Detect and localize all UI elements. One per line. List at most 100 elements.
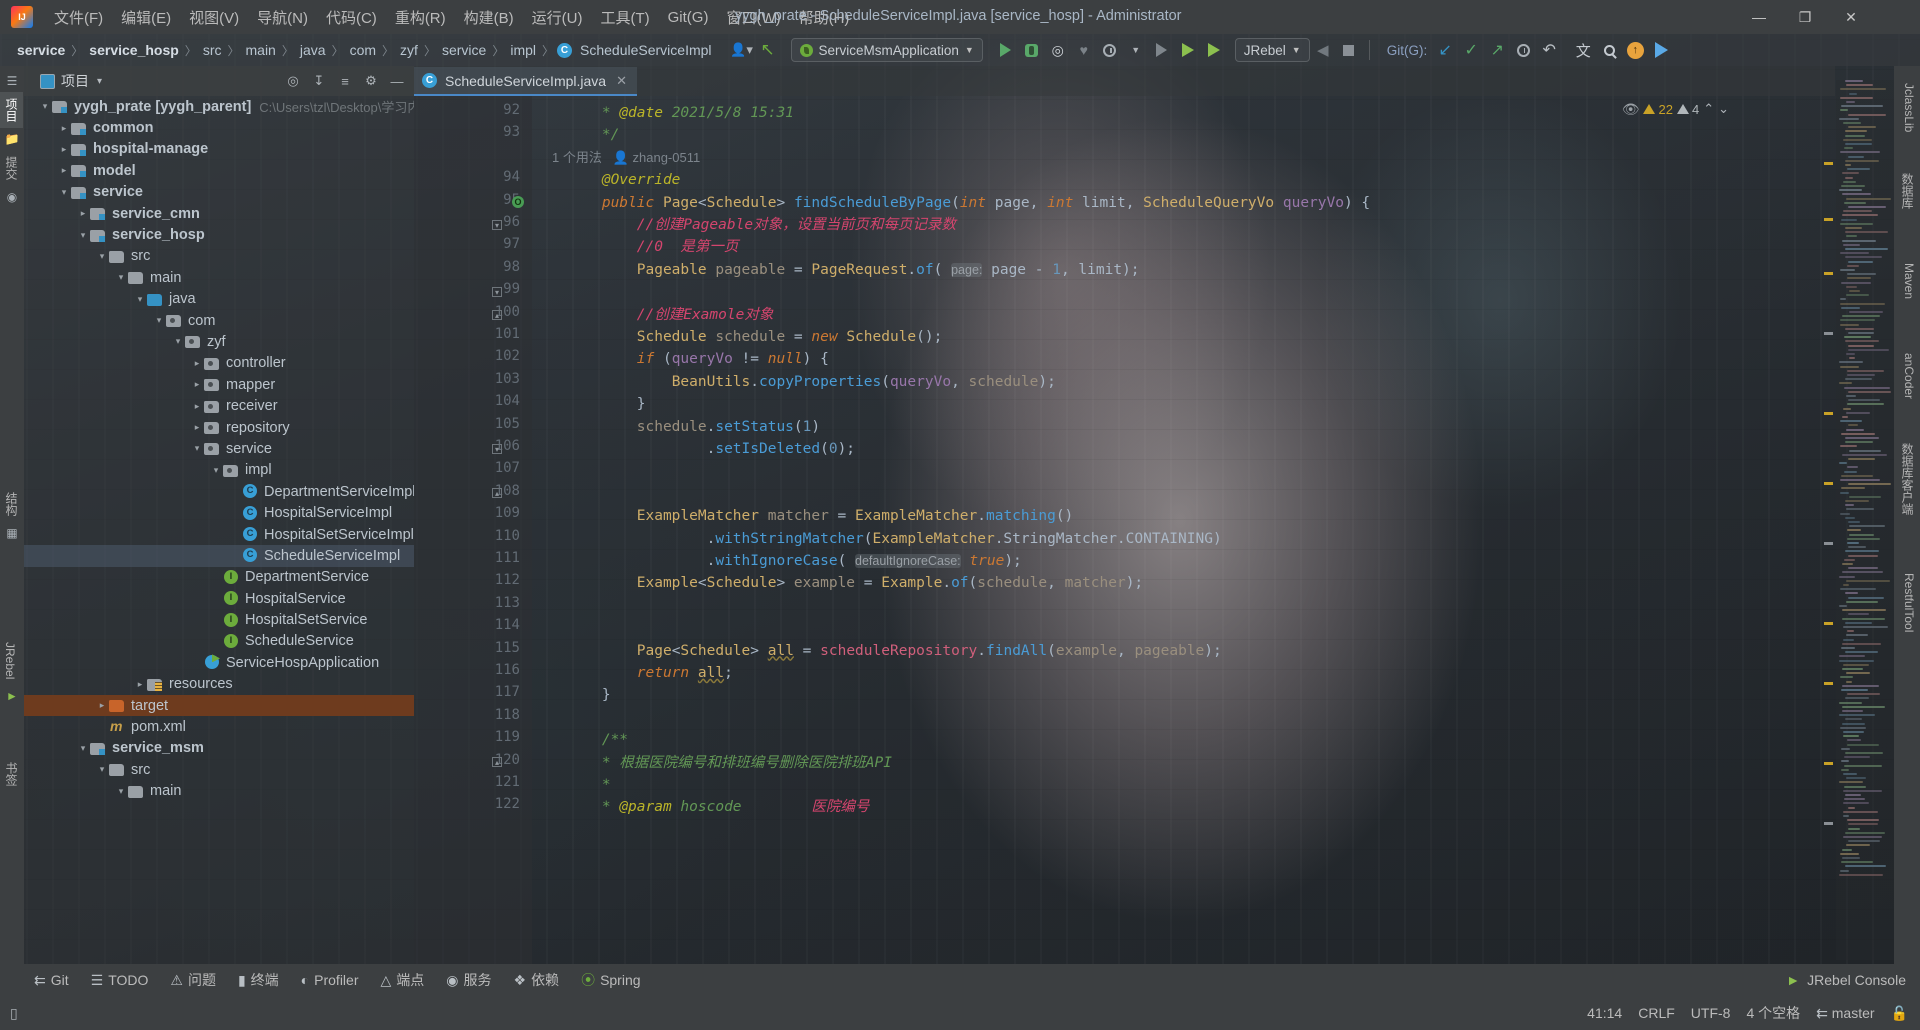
project-tree[interactable]: ▾ yygh_prate [yygh_parent] C:\Users\tzl\De… [24,96,414,964]
stop-icon[interactable] [1336,38,1362,62]
chevron-down-icon[interactable]: ▾ [38,101,52,112]
chevron-down-icon[interactable]: ▾ [95,764,109,775]
tree-node-service-cmn[interactable]: ▸ service_cmn [24,203,414,224]
git-branch-widget[interactable]: ⇇ master [1816,1005,1874,1022]
chevron-right-icon[interactable]: ▸ [95,700,109,711]
lock-icon[interactable]: 🔓 [1891,1005,1908,1022]
chevron-down-icon[interactable]: ▾ [76,230,90,241]
inspection-eye-icon[interactable]: 👁 [1622,101,1640,118]
tree-node-scheduleservice[interactable]: ScheduleService [24,631,414,652]
tree-node-controller[interactable]: ▸ controller [24,353,414,374]
code-vision-hint[interactable]: 1 个用法 👤 zhang-0511 [552,147,700,169]
inspection-marker[interactable] [1824,682,1833,685]
code-fold-marker[interactable]: ▴ [492,757,502,767]
chevron-right-icon[interactable]: ▸ [133,679,147,690]
jrebel-run-icon[interactable] [1175,38,1201,62]
code-fold-marker[interactable]: ▾ [492,220,502,230]
memory-indicator-icon[interactable]: ▯ [10,1005,18,1022]
window-maximize-button[interactable]: ❐ [1782,0,1828,34]
tree-node-com[interactable]: ▾ com [24,310,414,331]
window-close-button[interactable]: ✕ [1828,0,1874,34]
tree-node-main[interactable]: ▾ main [24,267,414,288]
run-anything-icon[interactable] [1648,38,1674,62]
tree-node-servicehospapplication[interactable]: ServiceHospApplication [24,652,414,673]
hide-panel-icon[interactable]: — [384,68,410,94]
code-fold-marker[interactable]: ▴ [492,310,502,320]
project-icon[interactable]: ☰ [0,70,24,92]
breadcrumb-service-pkg[interactable]: service [439,42,489,58]
next-highlight-icon[interactable]: ⌄ [1718,101,1729,117]
chevron-right-icon[interactable]: ▸ [57,165,71,176]
menu-edit[interactable]: 编辑(E) [112,3,180,32]
menu-refactor[interactable]: 重构(R) [386,3,455,32]
tree-node-mapper[interactable]: ▸ mapper [24,374,414,395]
window-minimize-button[interactable]: — [1736,0,1782,34]
commit-icon[interactable]: ✓ [1458,38,1484,62]
debug-icon[interactable] [1019,38,1045,62]
bottom-tab-problems[interactable]: ⚠ 问题 [160,966,226,994]
right-tab-ancoder[interactable]: anCoder [1898,346,1920,406]
inspection-marker[interactable] [1824,332,1833,335]
chevron-down-icon[interactable]: ▾ [209,465,223,476]
chevron-right-icon[interactable]: ▸ [57,144,71,155]
tree-node-repository[interactable]: ▸ repository [24,417,414,438]
inspection-marker[interactable] [1824,622,1833,625]
override-method-gutter-icon[interactable]: O [512,195,524,208]
bottom-tab-terminal[interactable]: ▮ 终端 [228,966,289,994]
indent-setting[interactable]: 4 个空格 [1746,1003,1800,1023]
bottom-tab-todo[interactable]: ☰ TODO [81,968,159,993]
tree-node-hospitalserviceimpl[interactable]: HospitalServiceImpl [24,502,414,523]
inspection-marker[interactable] [1824,762,1833,765]
weak-warning-count-badge[interactable]: 4 [1676,102,1699,117]
menu-git[interactable]: Git(G) [659,5,718,30]
bottom-tab-profiler[interactable]: ◐ Profiler [291,968,369,992]
tree-node-zyf[interactable]: ▾ zyf [24,331,414,352]
bottom-tab-dependencies[interactable]: ❖ 依赖 [504,966,570,994]
menu-code[interactable]: 代码(C) [317,3,386,32]
tree-node-scheduleserviceimpl[interactable]: ScheduleServiceImpl [24,545,414,567]
chevron-right-icon[interactable]: ▸ [76,208,90,219]
chevron-down-icon[interactable]: ▾ [114,272,128,283]
breadcrumb-main[interactable]: main [243,42,279,58]
inspection-marker[interactable] [1824,162,1833,165]
tree-node-impl[interactable]: ▾ impl [24,460,414,481]
line-separator[interactable]: CRLF [1638,1005,1675,1021]
tree-node-hospitalsetservice[interactable]: HospitalSetService [24,609,414,630]
bottom-tab-spring[interactable]: ⦿ Spring [571,966,650,994]
jrebel-icon[interactable]: ► [0,685,24,707]
jrebel-console-button[interactable]: ► JRebel Console [1786,972,1906,988]
chevron-down-icon[interactable]: ▼ [1123,38,1149,62]
run-configuration-selector[interactable]: ServiceMsmApplication ▼ [790,38,983,62]
breadcrumb-impl[interactable]: impl [507,42,539,58]
locate-file-icon[interactable]: ◎ [280,68,306,94]
tree-node-hospitalservice[interactable]: HospitalService [24,588,414,609]
tree-node-pom-xml[interactable]: pom.xml [24,716,414,737]
jrebel-debug-icon[interactable] [1201,38,1227,62]
tree-node-service-hosp[interactable]: ▾ service_hosp [24,224,414,245]
code-fold-marker[interactable]: ▾ [492,444,502,454]
code-fold-marker[interactable]: ▴ [492,488,502,498]
right-tab-db-client[interactable]: 数据库客户端 [1895,436,1920,522]
profiler-icon[interactable]: ♥ [1071,38,1097,62]
tree-node-yygh-prate-yygh-parent[interactable]: ▾ yygh_prate [yygh_parent] C:\Users\tzl\De… [24,96,414,117]
right-tab-restful[interactable]: RestfulTool [1898,566,1920,639]
right-tab-jclasslib[interactable]: JclassLib [1898,76,1920,139]
tree-node-main[interactable]: ▾ main [24,781,414,802]
previous-highlight-icon[interactable]: ⌃ [1703,101,1714,117]
right-tab-database[interactable]: 数据库 [1895,166,1920,216]
close-icon[interactable]: ✕ [616,73,627,89]
structure-node-icon[interactable]: ▦ [0,522,24,544]
tree-node-resources[interactable]: ▸ resources [24,674,414,695]
breadcrumb-src[interactable]: src [200,42,225,58]
chevron-down-icon[interactable]: ▾ [171,336,185,347]
tree-node-service[interactable]: ▾ service [24,438,414,459]
chevron-down-icon[interactable]: ▾ [152,315,166,326]
menu-file[interactable]: 文件(F) [45,3,112,32]
tree-node-departmentserviceimpl[interactable]: DepartmentServiceImpl [24,481,414,502]
code-minimap[interactable] [1836,80,1894,960]
code-fold-marker[interactable]: ▾ [492,287,502,297]
inspection-marker[interactable] [1824,542,1833,545]
push-icon[interactable]: ↗ [1484,38,1510,62]
chevron-right-icon[interactable]: ▸ [190,422,204,433]
search-everywhere-icon[interactable] [1596,38,1622,62]
